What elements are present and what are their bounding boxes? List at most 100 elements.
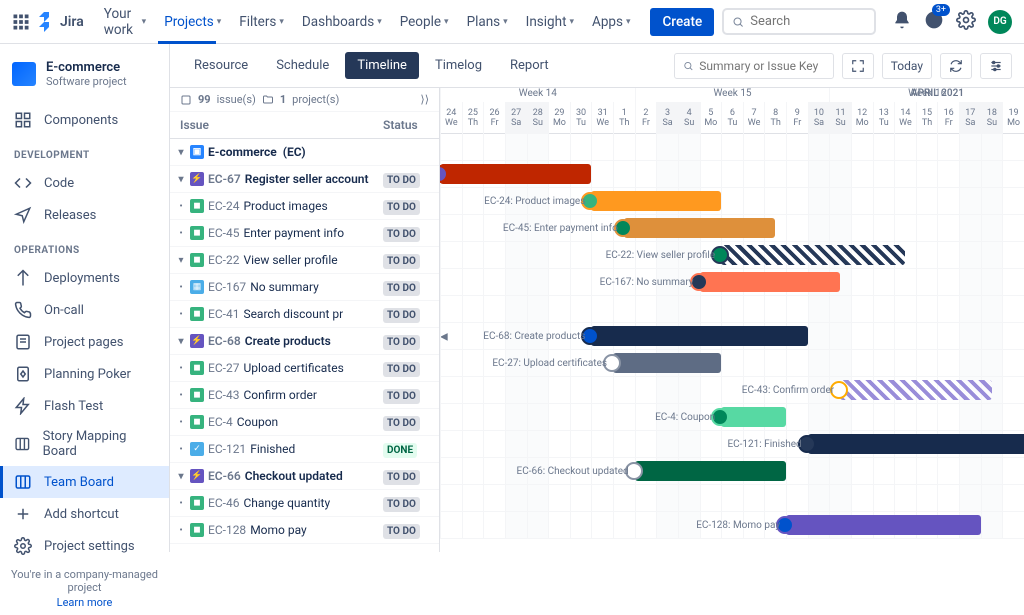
help-icon[interactable]: 3+ <box>924 10 944 34</box>
help-badge: 3+ <box>932 4 950 16</box>
gantt-bar[interactable]: EC-27: Upload certificates <box>613 353 721 373</box>
sidebar-heading: OPERATIONS <box>0 231 169 262</box>
day-label: 16Fr <box>937 102 959 134</box>
sidebar-icon <box>14 397 32 415</box>
issue-row[interactable]: •◼EC-45Enter payment infoTO DO <box>170 220 439 247</box>
issue-key: EC-27 <box>208 361 239 375</box>
issue-row[interactable]: ▾⚡EC-67Register seller accountTO DO <box>170 166 439 193</box>
sidebar-item-releases[interactable]: Releases <box>0 199 169 231</box>
project-row[interactable]: ▾▣E-commerce (EC) <box>170 139 439 166</box>
gantt-bar[interactable]: EC-167: No summary <box>700 272 841 292</box>
chevron-down-icon[interactable]: ▾ <box>176 471 186 482</box>
filter-input[interactable] <box>699 59 824 73</box>
gantt-bar[interactable]: EC-24: Product images <box>591 191 721 211</box>
sidebar-item-team-board[interactable]: Team Board <box>0 466 169 498</box>
issue-row[interactable]: •◼EC-24Product imagesTO DO <box>170 193 439 220</box>
day-label: 19Mo <box>1002 102 1024 134</box>
sidebar-item-project-pages[interactable]: Project pages <box>0 326 169 358</box>
gantt-bar[interactable]: EC-121: Finished <box>808 434 1024 454</box>
issue-column: 99 issue(s) 1 project(s) ⟩⟩ Issue Status… <box>170 88 440 552</box>
chevron-down-icon: ▾ <box>377 17 382 27</box>
issue-row[interactable]: •◼EC-46Change quantityTO DO <box>170 490 439 517</box>
top-nav: Jira Your work ▾Projects ▾Filters ▾Dashb… <box>0 0 1024 44</box>
gantt-row <box>440 485 1024 512</box>
tab-timeline[interactable]: Timeline <box>345 52 419 79</box>
filter-settings-button[interactable] <box>980 53 1012 79</box>
assignee-avatar[interactable] <box>440 165 448 183</box>
nav-item-filters[interactable]: Filters ▾ <box>231 8 292 36</box>
gantt-bar[interactable] <box>440 164 591 184</box>
gantt-bar[interactable]: EC-66: Checkout updated <box>635 461 786 481</box>
nav-item-apps[interactable]: Apps ▾ <box>584 8 638 36</box>
issue-row[interactable]: •◼EC-27Upload certificatesTO DO <box>170 355 439 382</box>
sidebar-item-code[interactable]: Code <box>0 167 169 199</box>
tab-resource[interactable]: Resource <box>182 52 260 79</box>
day-label: 15Th <box>916 102 938 134</box>
gantt-bar[interactable]: EC-4: Coupon <box>721 407 786 427</box>
bar-label: EC-66: Checkout updated <box>517 466 629 477</box>
issue-filter[interactable] <box>674 53 834 79</box>
search-input[interactable] <box>750 14 866 29</box>
issue-row[interactable]: ▾⚡EC-66Checkout updatedTO DO <box>170 463 439 490</box>
tab-report[interactable]: Report <box>498 52 561 79</box>
gantt-bar[interactable]: EC-45: Enter payment info <box>624 218 775 238</box>
notifications-icon[interactable] <box>892 10 912 34</box>
chevron-down-icon[interactable]: ▾ <box>176 174 186 185</box>
fullscreen-button[interactable] <box>842 53 874 79</box>
tab-timelog[interactable]: Timelog <box>423 52 494 79</box>
status-badge: TO DO <box>383 416 420 431</box>
issue-row[interactable]: •◼EC-4CouponTO DO <box>170 409 439 436</box>
sidebar-item-deployments[interactable]: Deployments <box>0 262 169 294</box>
chevron-down-icon[interactable]: ▾ <box>176 147 186 158</box>
issue-row[interactable]: •◼EC-128Momo payTO DO <box>170 517 439 544</box>
issue-type-icon: ◼ <box>190 253 204 267</box>
chevron-down-icon[interactable]: ▾ <box>176 336 186 347</box>
issue-row[interactable]: ▾◼EC-22View seller profileTO DO <box>170 247 439 274</box>
collapse-icon[interactable]: ⟩⟩ <box>420 93 429 106</box>
gantt-bar[interactable]: EC-128: Momo pay <box>786 515 981 535</box>
nav-item-projects[interactable]: Projects ▾ <box>156 8 229 36</box>
gantt-row: EC-43: Confirm order <box>440 377 1024 404</box>
project-icon <box>12 62 36 86</box>
sidebar-item-planning-poker[interactable]: Planning Poker <box>0 358 169 390</box>
chevron-down-icon[interactable]: ▾ <box>176 255 186 266</box>
user-avatar[interactable]: DG <box>988 10 1012 34</box>
sidebar-item-story-mapping-board[interactable]: Story Mapping Board <box>0 422 169 466</box>
issue-row[interactable]: •◼EC-41Search discount prTO DO <box>170 301 439 328</box>
nav-item-your-work[interactable]: Your work ▾ <box>96 0 154 44</box>
nav-item-dashboards[interactable]: Dashboards ▾ <box>294 8 390 36</box>
gantt-bar[interactable]: EC-68: Create products <box>591 326 807 346</box>
nav-item-people[interactable]: People ▾ <box>392 8 457 36</box>
jira-logo[interactable]: Jira <box>34 12 84 32</box>
gantt-chart[interactable]: APRIL 2021 Week 14Week 15Week 16 24We25T… <box>440 88 1024 552</box>
issue-row[interactable]: •▦EC-167No summaryTO DO <box>170 274 439 301</box>
nav-item-plans[interactable]: Plans ▾ <box>459 8 516 36</box>
gantt-row: EC-167: No summary <box>440 269 1024 296</box>
refresh-button[interactable] <box>940 53 972 79</box>
nav-item-insight[interactable]: Insight ▾ <box>518 8 582 36</box>
settings-icon[interactable] <box>956 10 976 34</box>
tab-schedule[interactable]: Schedule <box>264 52 341 79</box>
gantt-bar[interactable]: EC-43: Confirm order <box>840 380 991 400</box>
sidebar-item-project-settings[interactable]: Project settings <box>0 530 169 562</box>
issue-row[interactable]: ▾⚡EC-68Create productsTO DO <box>170 328 439 355</box>
sidebar-item-add-shortcut[interactable]: Add shortcut <box>0 498 169 530</box>
day-label: 5Mo <box>700 102 722 134</box>
sidebar-item-components[interactable]: Components <box>0 104 169 136</box>
app-switcher-icon[interactable] <box>12 13 30 31</box>
bar-label: EC-121: Finished <box>727 439 801 450</box>
learn-more-link[interactable]: Learn more <box>6 596 163 609</box>
issue-row[interactable]: •✓EC-121FinishedDONE <box>170 436 439 463</box>
issue-row[interactable]: •◼EC-43Confirm orderTO DO <box>170 382 439 409</box>
today-button[interactable]: Today <box>882 53 932 79</box>
project-header[interactable]: E-commerce Software project <box>0 60 169 104</box>
gantt-bar[interactable]: EC-22: View seller profile <box>721 245 905 265</box>
create-button[interactable]: Create <box>650 8 714 36</box>
issue-type-icon: ✓ <box>190 442 204 456</box>
sidebar-icon <box>14 333 32 351</box>
chevron-down-icon: ▾ <box>142 17 147 27</box>
global-search[interactable] <box>722 8 876 35</box>
gantt-row: EC-128: Momo pay <box>440 512 1024 539</box>
sidebar-item-on-call[interactable]: On-call <box>0 294 169 326</box>
sidebar-item-flash-test[interactable]: Flash Test <box>0 390 169 422</box>
